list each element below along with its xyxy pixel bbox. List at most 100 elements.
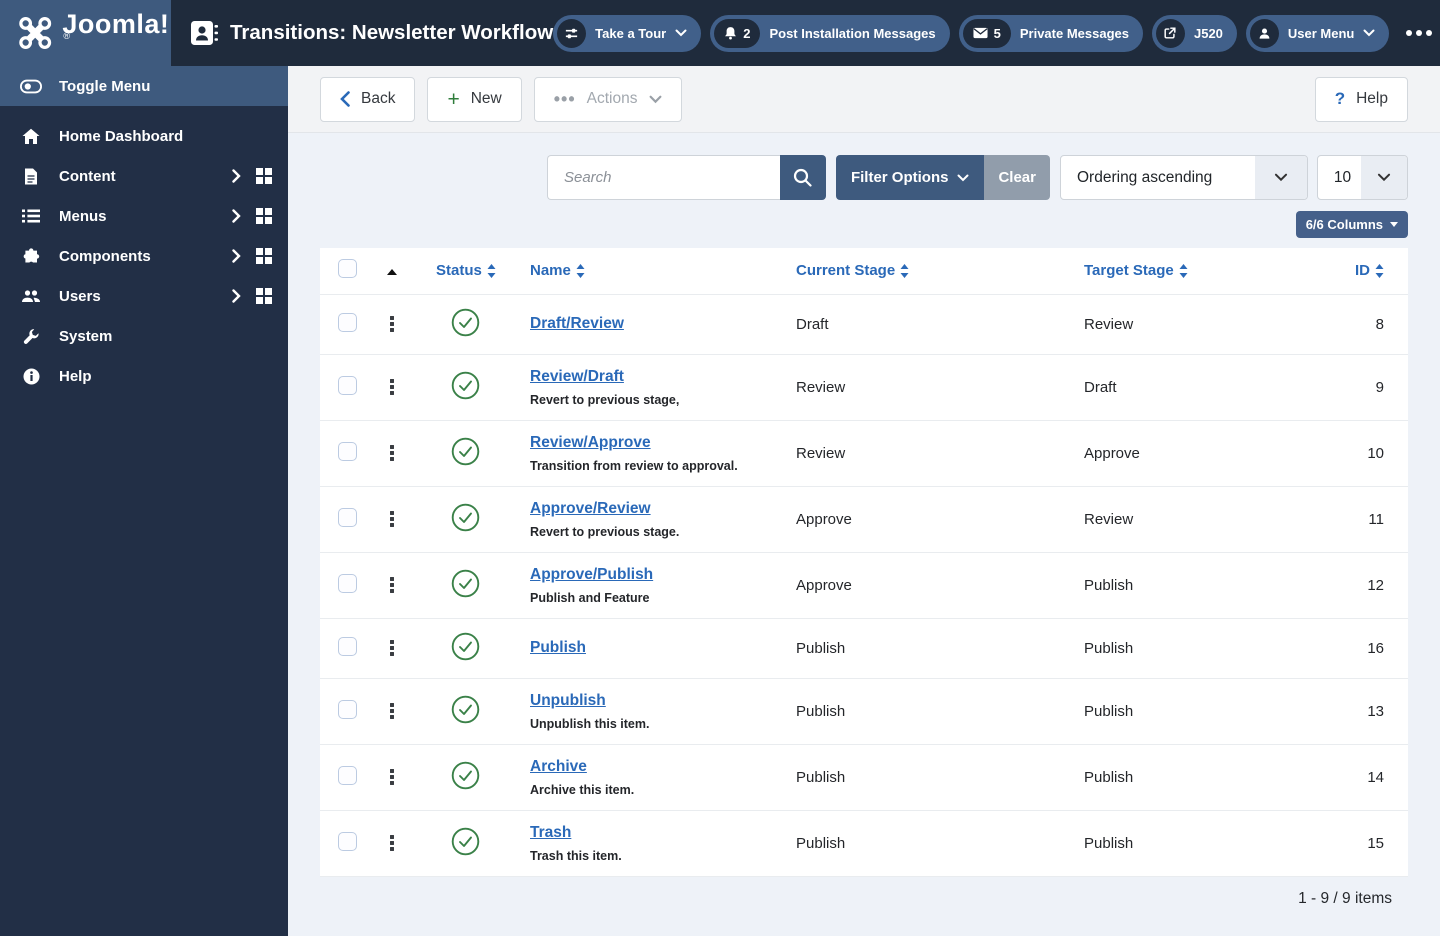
- user-menu-button[interactable]: User Menu: [1245, 14, 1390, 52]
- transition-name-link[interactable]: Review/Approve: [530, 434, 651, 452]
- table-row: Publish Publish Publish 16: [320, 618, 1408, 679]
- app-header: Joomla!® Transitions: Newsletter Workflo…: [0, 0, 1440, 66]
- status-published-check-icon[interactable]: [451, 761, 480, 790]
- toolbar: Back + New ••• Actions ? Help: [288, 66, 1440, 133]
- wrench-icon: [20, 328, 42, 345]
- page-size-select[interactable]: 10: [1317, 155, 1408, 200]
- dashboard-grid-icon[interactable]: [255, 167, 272, 185]
- sidebar-item-content[interactable]: Content: [0, 156, 288, 196]
- row-checkbox[interactable]: [338, 441, 357, 461]
- status-published-check-icon[interactable]: [451, 569, 480, 598]
- current-stage-value: Publish: [776, 810, 1064, 877]
- new-button[interactable]: + New: [427, 76, 522, 122]
- sidebar-item-home-dashboard[interactable]: Home Dashboard: [0, 116, 288, 156]
- columns-toggle-button[interactable]: 6/6 Columns: [1295, 211, 1408, 238]
- joomla-logo[interactable]: Joomla!®: [0, 0, 172, 66]
- transition-name-link[interactable]: Review/Draft: [530, 368, 624, 386]
- sort-by-target-stage[interactable]: Target Stage: [1084, 262, 1188, 279]
- private-messages-label: Private Messages: [1019, 25, 1129, 41]
- sidebar-item-users[interactable]: Users: [0, 276, 288, 316]
- status-published-check-icon[interactable]: [451, 632, 480, 661]
- drag-handle-icon[interactable]: [386, 703, 398, 719]
- drag-handle-icon[interactable]: [386, 445, 398, 461]
- transition-name-link[interactable]: Unpublish: [530, 692, 606, 710]
- sort-by-id[interactable]: ID: [1355, 262, 1384, 279]
- plus-icon: +: [447, 87, 460, 111]
- status-published-check-icon[interactable]: [451, 371, 480, 400]
- search-input[interactable]: [546, 155, 780, 200]
- drag-handle-icon[interactable]: [386, 835, 398, 851]
- joomla-logo-icon: [19, 17, 52, 49]
- magnifier-icon: [794, 168, 813, 187]
- status-published-check-icon[interactable]: [451, 308, 480, 337]
- transition-name-link[interactable]: Approve/Review: [530, 500, 651, 518]
- actions-button[interactable]: ••• Actions: [533, 76, 682, 122]
- drag-handle-icon[interactable]: [386, 511, 398, 527]
- row-checkbox[interactable]: [338, 507, 357, 527]
- transition-name-link[interactable]: Approve/Publish: [530, 566, 653, 584]
- select-all-checkbox[interactable]: [338, 259, 357, 279]
- joomla-version-button[interactable]: J520: [1151, 14, 1237, 52]
- private-messages-button[interactable]: 5 Private Messages: [958, 14, 1143, 52]
- clear-button[interactable]: Clear: [984, 155, 1050, 200]
- row-checkbox[interactable]: [338, 375, 357, 395]
- drag-handle-icon[interactable]: [386, 316, 398, 332]
- transition-name-link[interactable]: Draft/Review: [530, 315, 624, 333]
- sort-by-name[interactable]: Name: [530, 262, 585, 279]
- sidebar-item-components[interactable]: Components: [0, 236, 288, 276]
- drag-handle-icon[interactable]: [386, 379, 398, 395]
- current-stage-value: Approve: [776, 552, 1064, 619]
- row-checkbox[interactable]: [338, 831, 357, 851]
- status-published-check-icon[interactable]: [451, 827, 480, 856]
- target-stage-value: Publish: [1064, 810, 1352, 877]
- row-checkbox[interactable]: [338, 312, 357, 332]
- row-checkbox[interactable]: [338, 699, 357, 719]
- envelope-icon: [973, 27, 988, 39]
- dashboard-grid-icon[interactable]: [255, 207, 272, 225]
- row-checkbox[interactable]: [338, 765, 357, 785]
- drag-handle-icon[interactable]: [386, 640, 398, 656]
- target-stage-value: Publish: [1064, 744, 1352, 811]
- sort-icon: [900, 263, 909, 278]
- filter-options-button[interactable]: Filter Options: [835, 155, 985, 200]
- info-circle-icon: [20, 368, 42, 385]
- table-row: Trash Trash this item. Publish Publish 1…: [320, 810, 1408, 877]
- sidebar-item-menus[interactable]: Menus: [0, 196, 288, 236]
- sidebar-item-system[interactable]: System: [0, 316, 288, 356]
- row-checkbox[interactable]: [338, 573, 357, 593]
- status-published-check-icon[interactable]: [451, 503, 480, 532]
- help-button[interactable]: ? Help: [1314, 76, 1408, 122]
- chevron-left-icon: [340, 91, 350, 107]
- toggle-menu-button[interactable]: Toggle Menu: [0, 66, 288, 106]
- sort-by-current-stage[interactable]: Current Stage: [796, 262, 909, 279]
- sliders-icon: [557, 18, 587, 48]
- search-button[interactable]: [779, 155, 826, 200]
- list-icon: [20, 209, 42, 223]
- transition-description: Transition from review to approval.: [530, 458, 738, 473]
- take-a-tour-button[interactable]: Take a Tour: [553, 14, 702, 52]
- transition-id-value: 15: [1352, 810, 1408, 877]
- status-published-check-icon[interactable]: [451, 695, 480, 724]
- post-installation-count: 2: [743, 25, 751, 41]
- transitions-table: Status Name Current Stage Target Stage I…: [320, 248, 1408, 877]
- transition-name-link[interactable]: Publish: [530, 639, 586, 657]
- drag-handle-icon[interactable]: [386, 769, 398, 785]
- ordering-sort-caret-icon[interactable]: [387, 269, 397, 276]
- header-overflow-ellipsis-icon[interactable]: [1406, 30, 1433, 36]
- transition-name-link[interactable]: Archive: [530, 758, 587, 776]
- chevron-down-icon: [1255, 156, 1307, 199]
- target-stage-value: Approve: [1064, 420, 1352, 487]
- sort-by-status[interactable]: Status: [436, 262, 496, 279]
- dashboard-grid-icon[interactable]: [255, 287, 272, 305]
- dashboard-grid-icon[interactable]: [255, 247, 272, 265]
- drag-handle-icon[interactable]: [386, 577, 398, 593]
- post-installation-messages-button[interactable]: 2 Post Installation Messages: [710, 14, 950, 52]
- sidebar-item-help[interactable]: Help: [0, 356, 288, 396]
- transition-name-link[interactable]: Trash: [530, 824, 571, 842]
- status-published-check-icon[interactable]: [451, 437, 480, 466]
- back-button[interactable]: Back: [320, 76, 416, 122]
- logo-registered-mark: ®: [63, 30, 71, 41]
- ordering-select[interactable]: Ordering ascending: [1060, 155, 1308, 200]
- row-checkbox[interactable]: [338, 636, 357, 656]
- transition-id-value: 12: [1352, 552, 1408, 619]
